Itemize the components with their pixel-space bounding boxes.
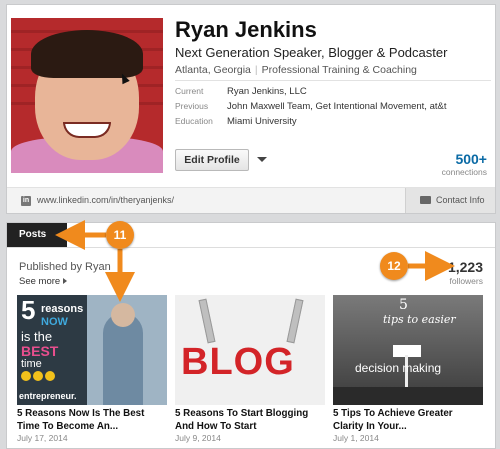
callout-11: 11 [106,221,134,249]
callout-12: 12 [380,252,408,280]
annotation-arrows [55,220,455,302]
